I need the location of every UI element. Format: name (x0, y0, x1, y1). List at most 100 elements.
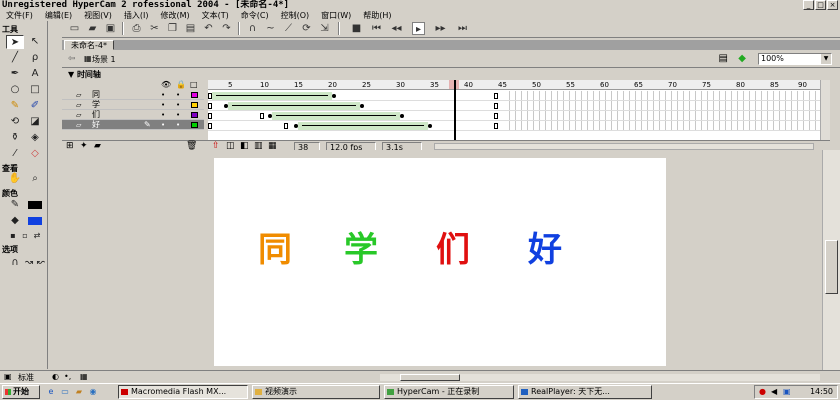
timeline-vscrollbar[interactable] (820, 80, 830, 140)
scroll-thumb[interactable] (825, 240, 838, 294)
keyframe[interactable] (208, 113, 212, 119)
print-icon[interactable]: ⎙ (130, 22, 143, 35)
stage-char-xue[interactable]: 学 (344, 230, 378, 270)
stage-canvas[interactable]: 同 学 们 好 (214, 158, 666, 366)
motion-tween[interactable] (272, 112, 400, 120)
maximize-button[interactable]: □ (815, 0, 826, 10)
scale-icon[interactable]: ⇲ (318, 22, 331, 35)
end-frame[interactable] (494, 103, 498, 109)
redo-icon[interactable]: ↷ (220, 22, 233, 35)
oval-tool-icon[interactable]: ○ (6, 83, 24, 97)
document-tab[interactable]: 未命名-4* (64, 40, 114, 50)
fill-transform-tool-icon[interactable]: ◪ (26, 115, 44, 129)
pencil-tool-icon[interactable]: ✎ (6, 99, 24, 113)
visibility-dot[interactable]: • (161, 110, 165, 120)
end-frame[interactable] (494, 93, 498, 99)
timeline-hscrollbar[interactable] (434, 143, 814, 150)
free-transform-tool-icon[interactable]: ⟲ (6, 115, 24, 129)
desktop-icon[interactable]: ▭ (60, 387, 70, 396)
lock-dot[interactable]: • (176, 120, 180, 130)
end-frame[interactable] (494, 123, 498, 129)
rewind-icon[interactable]: ⏮ (370, 22, 383, 35)
fill-color-swatch[interactable] (28, 217, 42, 225)
outline-color-swatch[interactable] (191, 122, 198, 128)
volume-icon[interactable]: ◀ (771, 386, 777, 398)
layer-row-active[interactable]: ▱ 好 ✎ • • (62, 120, 204, 130)
keyframe[interactable] (332, 94, 336, 98)
frame-row[interactable] (208, 101, 820, 111)
stage-char-men[interactable]: 们 (436, 230, 470, 270)
arrow-tool-icon[interactable]: ➤ (6, 35, 24, 49)
outline-color-swatch[interactable] (191, 92, 198, 98)
task-realplayer[interactable]: RealPlayer: 天下无... (518, 385, 652, 399)
lock-dot[interactable]: • (176, 100, 180, 110)
frames-area[interactable]: 5 10 15 20 25 30 35 40 45 50 55 60 65 70… (208, 80, 820, 140)
brush-tool-icon[interactable]: ✐ (26, 99, 44, 113)
stage-hscrollbar[interactable] (380, 374, 820, 381)
end-frame[interactable] (494, 113, 498, 119)
frame-ruler[interactable]: 5 10 15 20 25 30 35 40 45 50 55 60 65 70… (208, 80, 820, 90)
step-back-icon[interactable]: ◂◂ (390, 22, 403, 35)
layer-row[interactable]: ▱ 们 • • (62, 110, 204, 120)
subselect-tool-icon[interactable]: ↖ (26, 35, 44, 49)
chevron-down-icon[interactable]: ▼ (821, 54, 831, 64)
menu-file[interactable]: 文件(F) (0, 11, 39, 21)
task-flash[interactable]: Macromedia Flash MX... (118, 385, 248, 399)
folder-icon[interactable]: ▰ (74, 387, 84, 396)
text-tool-icon[interactable]: A (26, 67, 44, 81)
outline-icon[interactable]: □ (190, 80, 198, 89)
cut-icon[interactable]: ✂ (148, 22, 161, 35)
timeline-title[interactable]: ▼ 时间轴 (68, 69, 101, 80)
visibility-dot[interactable]: • (161, 90, 165, 100)
motion-tween[interactable] (212, 92, 332, 100)
stroke-color-icon[interactable]: ✎ (6, 198, 24, 212)
frame-row[interactable] (208, 111, 820, 121)
snap-magnet-icon[interactable]: ∩ (246, 22, 259, 35)
media-icon[interactable]: ◉ (88, 387, 98, 396)
keyframe[interactable] (400, 114, 404, 118)
pen-tool-icon[interactable]: ✒ (6, 67, 24, 81)
save-icon[interactable]: ▣ (104, 22, 117, 35)
ime-keyboard-icon[interactable]: ▦ (80, 372, 88, 381)
zoom-tool-icon[interactable]: ⌕ (26, 172, 44, 186)
eraser-tool-icon[interactable]: ◇ (26, 147, 44, 161)
rotate-icon[interactable]: ⟳ (300, 22, 313, 35)
ime-moon-icon[interactable]: ◐ (52, 372, 59, 381)
lock-dot[interactable]: • (176, 110, 180, 120)
stage-char-tong[interactable]: 同 (258, 230, 292, 270)
go-end-icon[interactable]: ⏭ (456, 22, 469, 35)
scroll-thumb[interactable] (400, 374, 460, 381)
swap-colors-icon[interactable]: ⇄ (28, 229, 46, 243)
edit-scene-icon[interactable]: ▤ (719, 53, 728, 64)
zoom-select[interactable]: 100% ▼ (758, 53, 832, 65)
new-file-icon[interactable]: ▭ (68, 22, 81, 35)
network-icon[interactable]: ▣ (783, 386, 791, 398)
smooth-icon[interactable]: ~ (264, 22, 277, 35)
paste-icon[interactable]: ▤ (184, 22, 197, 35)
keyframe[interactable] (208, 123, 212, 129)
eye-icon[interactable]: 👁 (161, 80, 171, 89)
ime-punct-icon[interactable]: •, (64, 372, 71, 381)
copy-icon[interactable]: ❐ (166, 22, 179, 35)
keyframe[interactable] (208, 103, 212, 109)
keyframe[interactable] (284, 123, 288, 129)
keyframe[interactable] (428, 124, 432, 128)
layer-row[interactable]: ▱ 同 • • (62, 90, 204, 100)
keyframe[interactable] (260, 113, 264, 119)
ime-mode[interactable]: 标准 (18, 372, 34, 383)
start-button[interactable]: 开始 (2, 385, 40, 399)
stage-char-hao[interactable]: 好 (528, 230, 562, 270)
outline-color-swatch[interactable] (191, 102, 198, 108)
keyframe[interactable] (360, 104, 364, 108)
frame-row[interactable] (208, 91, 820, 101)
undo-icon[interactable]: ↶ (202, 22, 215, 35)
eyedropper-tool-icon[interactable]: ⁄ (6, 147, 24, 161)
stage-vscrollbar[interactable] (822, 150, 840, 370)
back-arrow-icon[interactable]: ⇦ (68, 54, 76, 64)
task-video-folder[interactable]: 视频演示 (252, 385, 380, 399)
minimize-button[interactable]: _ (803, 0, 814, 10)
paint-bucket-tool-icon[interactable]: ◈ (26, 131, 44, 145)
lasso-tool-icon[interactable]: ρ (26, 51, 44, 65)
straighten-icon[interactable]: ⟋ (282, 22, 295, 35)
playhead[interactable] (454, 80, 456, 140)
